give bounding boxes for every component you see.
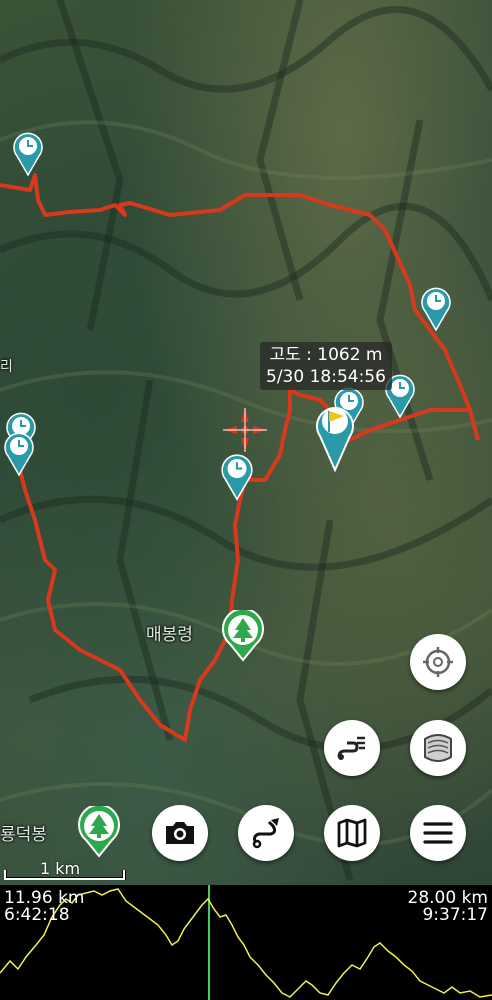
menu-button[interactable] — [410, 805, 466, 861]
tree-icon[interactable] — [220, 610, 266, 662]
map-button[interactable] — [324, 805, 380, 861]
clock-pin-marker[interactable] — [2, 430, 36, 476]
layers-icon — [424, 734, 452, 762]
route-button[interactable] — [238, 805, 294, 861]
map-icon — [337, 818, 367, 848]
track-list-icon — [337, 736, 365, 760]
crosshair-icon — [423, 647, 453, 677]
altitude-tooltip: 고도 : 1062 m 5/30 18:54:56 — [260, 342, 392, 390]
clock-pin-marker[interactable] — [219, 450, 255, 502]
profile-right-time: 9:37:17 — [422, 905, 488, 925]
camera-icon — [166, 822, 194, 844]
peak-label: 매봉령 — [146, 625, 193, 645]
flag-pin-marker[interactable] — [314, 400, 356, 472]
altitude-text: 고도 : 1062 m — [269, 345, 383, 365]
elevation-profile[interactable]: 11.96 km 6:42:18 28.00 km 9:37:17 — [0, 885, 492, 1000]
place-label-edge: 리 — [0, 359, 13, 375]
menu-icon — [423, 822, 453, 844]
locate-button[interactable] — [410, 634, 466, 690]
map-view[interactable]: 고도 : 1062 m 5/30 18:54:56 매봉령 룡덕봉 리 1 km — [0, 0, 492, 885]
datetime-text: 5/30 18:54:56 — [266, 367, 386, 387]
crosshair-center — [223, 408, 267, 452]
clock-pin-marker[interactable] — [11, 130, 45, 176]
camera-button[interactable] — [152, 805, 208, 861]
tree-icon[interactable] — [76, 806, 122, 858]
clock-pin-marker[interactable] — [419, 285, 453, 331]
scale-label: 1 km — [40, 859, 81, 878]
route-icon — [252, 818, 279, 849]
peak-label: 룡덕봉 — [0, 825, 47, 845]
layers-button[interactable] — [410, 720, 466, 776]
profile-left-time: 6:42:18 — [4, 905, 70, 925]
track-list-button[interactable] — [324, 720, 380, 776]
